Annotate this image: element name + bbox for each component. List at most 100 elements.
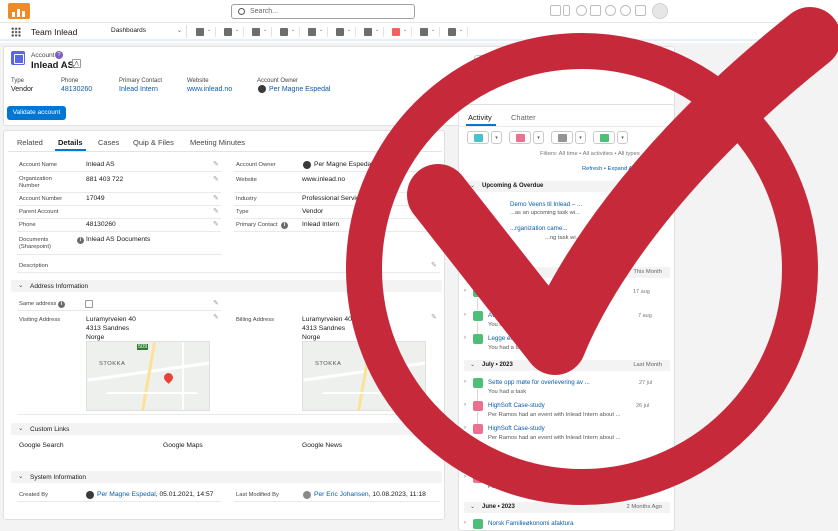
help-icon[interactable]: ? [55,51,63,59]
nav-list[interactable]: ⌄ [250,27,272,37]
section-header-custom-links[interactable]: ⌄ Custom Links [11,423,442,435]
info-icon[interactable]: i [58,301,65,308]
pencil-icon[interactable]: ✎ [213,299,219,307]
chevron-right-icon[interactable]: › [464,335,466,341]
visiting-address-line[interactable]: Norge [86,334,104,341]
google-search-link[interactable]: Google Search [19,442,64,449]
new-task-button[interactable] [593,131,615,144]
section-header-address[interactable]: ⌄ Address Information [11,280,442,292]
chevron-right-icon[interactable]: › [464,474,466,480]
chevron-down-icon[interactable]: ▾ [575,131,586,144]
highlight-owner-link[interactable]: Per Magne Espedal [269,86,330,93]
activity-subject[interactable]: Anders ... [488,288,514,295]
group-august[interactable]: ⌄ August • 2023 This Month [464,267,670,278]
favorites-icon[interactable] [550,5,561,16]
tab-chatter[interactable]: Chatter [511,113,536,122]
account-owner-link[interactable]: Per Magne Espedal [314,161,373,168]
pencil-icon[interactable]: ✎ [213,160,219,168]
visiting-address-line[interactable]: Luramyrveien 40 [86,316,136,323]
chevron-right-icon[interactable]: › [464,379,466,385]
chevron-down-icon[interactable]: ▾ [617,131,628,144]
pencil-icon[interactable]: ✎ [213,175,219,183]
tab-details[interactable]: Details [58,138,83,147]
help-icon[interactable] [605,5,616,16]
chevron-right-icon[interactable]: › [464,312,466,318]
user-avatar[interactable] [652,3,668,19]
nav-shop[interactable]: ⌄ [418,27,440,37]
chevron-right-icon[interactable]: › [464,425,466,431]
tab-cases[interactable]: Cases [98,138,119,147]
billing-address-line[interactable]: Norge [302,334,320,341]
guidance-icon[interactable] [590,5,601,16]
activity-subject[interactable]: Avstemme d... [488,312,527,319]
group-june[interactable]: ⌄ June • 2023 2 Months Ago [464,502,670,513]
nav-crown[interactable]: ⌄ [334,27,356,37]
favorites-menu-icon[interactable] [563,5,570,16]
google-maps-link[interactable]: Google Maps [163,442,203,449]
activity-subject[interactable]: Legge en plan på ... [488,335,543,342]
billing-address-line[interactable]: 4313 Sandnes [302,325,345,332]
chevron-right-icon[interactable]: › [464,288,466,294]
primary-contact-link[interactable]: Inlead Intern [302,221,339,228]
org-logo[interactable] [8,3,30,19]
app-launcher-icon[interactable] [11,27,21,37]
pencil-icon[interactable]: ✎ [213,220,219,228]
nav-report[interactable]: ⌄ [362,27,384,37]
nav-cases[interactable]: ⌄ [278,27,300,37]
visiting-address-line[interactable]: 4313 Sandnes [86,325,129,332]
info-icon[interactable]: i [77,237,84,244]
chevron-down-icon[interactable]: ▾ [533,131,544,144]
pencil-icon[interactable]: ✎ [213,207,219,215]
new-email-button[interactable] [551,131,573,144]
activity-subject[interactable]: Demo Veens til Inlead – ... [510,201,582,208]
documents-link[interactable]: Inlead AS Documents [86,236,150,243]
header-action-button[interactable] [566,55,606,68]
phone-link[interactable]: 48130260 [86,221,116,228]
group-july[interactable]: ⌄ July • 2023 Last Month [464,360,670,371]
activity-subject[interactable]: ...rganization came... [510,225,567,232]
nav-dropdown[interactable]: Dashboards ⌄ [105,25,187,38]
pencil-icon[interactable]: ✎ [213,313,219,321]
global-search-input[interactable]: Search... [231,4,415,19]
new-event-button[interactable] [509,131,531,144]
new-call-button[interactable] [467,131,489,144]
activity-subject[interactable]: Sette opp møte for overlevering av ... [488,379,590,386]
tab-meeting-minutes[interactable]: Meeting Minutes [190,138,245,147]
pencil-icon[interactable]: ✎ [431,313,437,321]
highlight-phone-link[interactable]: 48130260 [61,86,92,93]
pencil-icon[interactable]: ✎ [431,175,437,183]
google-news-link[interactable]: Google News [302,442,342,449]
section-header-system-info[interactable]: ⌄ System Information [11,471,442,483]
pencil-icon[interactable]: ✎ [431,261,437,269]
global-actions-icon[interactable] [576,5,587,16]
highlight-primary-contact-link[interactable]: Inlead Intern [119,86,158,93]
gear-icon[interactable] [620,5,631,16]
activity-subject[interactable]: HighSoft ... [488,474,519,481]
validate-account-button[interactable]: Validate account [7,106,66,120]
billing-address-line[interactable]: Luramyrveien 40 [302,316,352,323]
activity-filters[interactable]: Filters: All time • All activities • All… [540,151,640,157]
activity-subject[interactable]: HighSoft Case-study [488,425,545,432]
header-action-button[interactable] [609,55,663,68]
chevron-down-icon[interactable]: ▾ [491,131,502,144]
visiting-address-map[interactable]: STOKKA 509 [86,341,210,411]
nav-more[interactable]: ⌄ [446,27,468,37]
nav-calendar[interactable]: ⌄ [222,27,244,37]
pencil-icon[interactable]: ✎ [213,194,219,202]
group-upcoming[interactable]: ⌄ Upcoming & Overdue [464,181,670,192]
activity-desc[interactable]: Anders M... [488,298,518,304]
chevron-right-icon[interactable]: › [464,520,466,526]
activity-subject[interactable]: Norsk Familieøkonomi afaktura [488,520,574,527]
nav-leads[interactable]: ⌄ [390,27,412,37]
tab-related[interactable]: Related [17,138,43,147]
highlight-website-link[interactable]: www.inlead.no [187,86,232,93]
tab-activity[interactable]: Activity [468,113,492,122]
tab-quip-files[interactable]: Quip & Files [133,138,174,147]
hierarchy-icon[interactable]: ⋀ [72,59,81,68]
info-icon[interactable]: i [281,222,288,229]
header-action-button[interactable] [474,55,510,68]
same-address-checkbox[interactable] [85,300,93,308]
activity-refresh-links[interactable]: Refresh • Expand All • View All [582,166,660,172]
modified-by-link[interactable]: Per Eric Johansen [314,491,369,498]
nav-home[interactable]: ⌄ [194,27,216,37]
